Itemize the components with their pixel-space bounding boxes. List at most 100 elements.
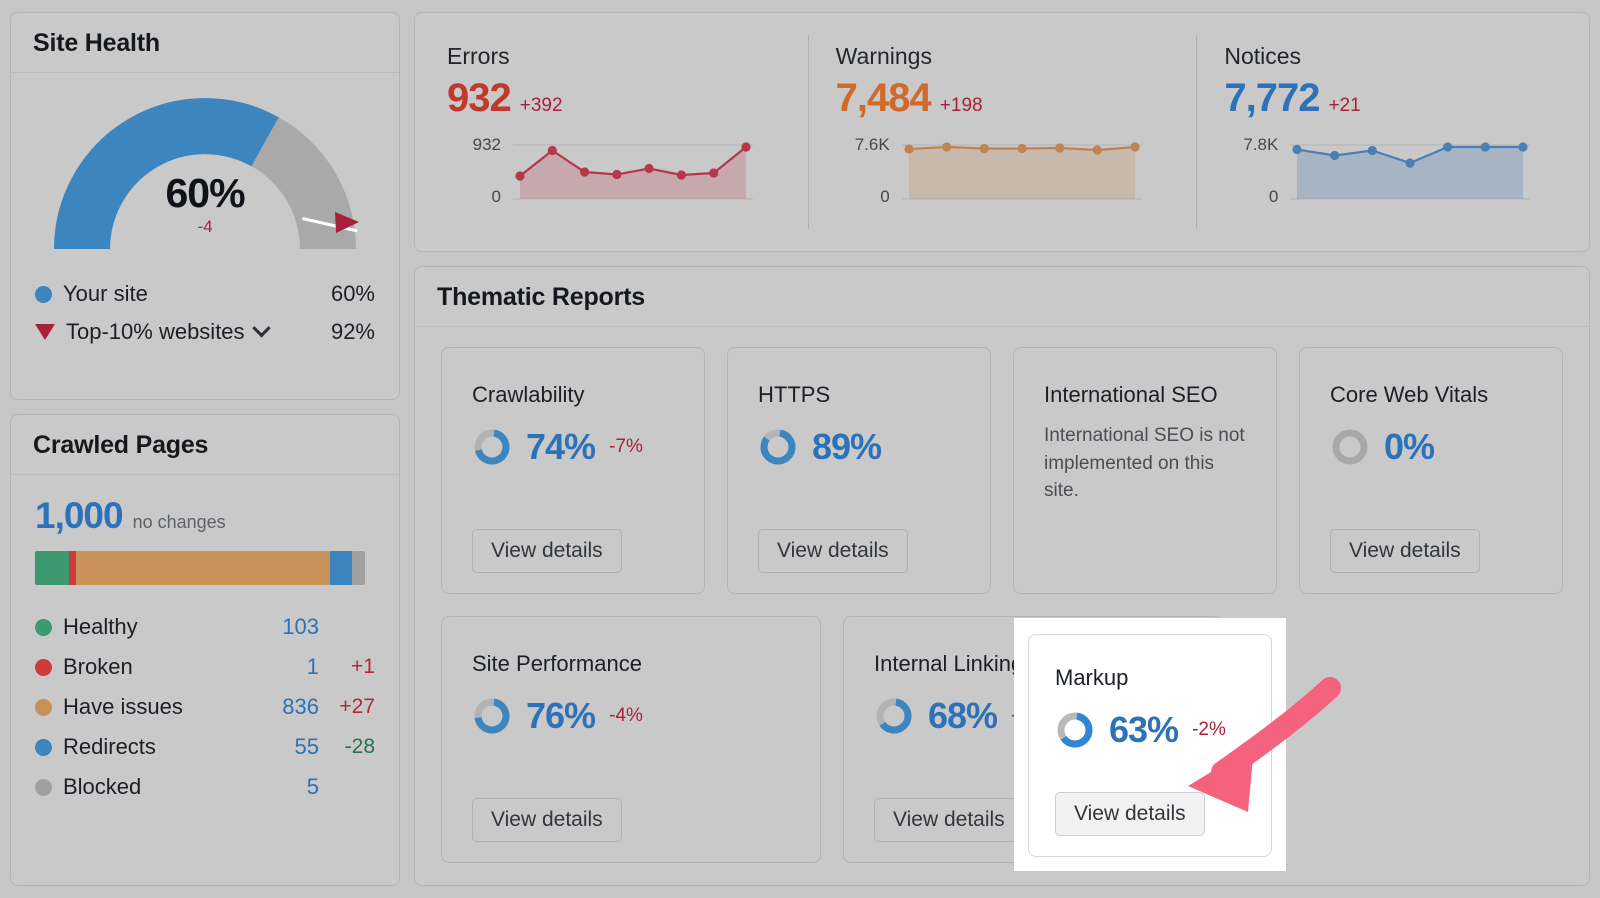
crawled-pages-row-label: Redirects (63, 734, 156, 759)
view-details-button[interactable]: View details (874, 798, 1024, 842)
sparkline-axis-top: 932 (472, 135, 501, 154)
thematic-card-markup[interactable]: Markup 63% -2% View details (1028, 634, 1272, 857)
thematic-card-metric-markup: 63% -2% (1055, 709, 1245, 751)
stat-delta: +392 (519, 95, 563, 116)
sparkline-chart (513, 142, 753, 200)
legend-label-your-site: Your site (63, 281, 148, 306)
thematic-card-title: Core Web Vitals (1330, 382, 1489, 407)
markup-card-spotlight: Markup 63% -2% View details (1014, 618, 1286, 871)
crawled-pages-row-diff: +1 (351, 655, 375, 678)
thematic-card-message: International SEO is not implemented on … (1044, 425, 1245, 502)
legend-row-top-10-websites[interactable]: Top-10% websites 92% (35, 313, 375, 351)
thematic-card-metric: 0% (1330, 426, 1532, 468)
crawled-pages-row[interactable]: Blocked 5 (35, 767, 375, 807)
thematic-card-site-performance[interactable]: Site Performance 76% -4% View details (441, 616, 821, 863)
thematic-row-2-spacer (1245, 616, 1563, 863)
stat-value-row: 932 +392 (447, 76, 780, 121)
crawled-pages-row-value: 55 (294, 734, 319, 759)
view-details-button[interactable]: View details (472, 798, 622, 842)
bar-segment-1 (68, 551, 76, 585)
thematic-reports-card: Thematic Reports Crawlability 74% -7% View … (414, 266, 1590, 886)
crawled-pages-body: 1,000 no changes Healthy 103 Broken 1 +1 Have… (11, 475, 399, 885)
site-health-gauge: 60% -4 (50, 89, 360, 257)
crawled-pages-row-value: 1 (306, 654, 319, 679)
stat-value-row: 7,772 +21 (1224, 76, 1557, 121)
stat-delta: +21 (1328, 95, 1361, 116)
chevron-down-icon[interactable] (251, 319, 271, 338)
bar-segment-2 (75, 551, 331, 585)
thematic-card-international-seo[interactable]: International SEO International SEO is no… (1013, 347, 1277, 594)
status-dot-icon (35, 698, 52, 716)
thematic-card-percent: 76% (526, 695, 596, 736)
stat-label: Notices (1224, 43, 1302, 69)
stat-delta: +198 (939, 95, 983, 116)
crawled-pages-row-value: 103 (282, 614, 319, 639)
stat-value: 7,484 (835, 76, 932, 120)
crawled-pages-title: Crawled Pages (11, 415, 399, 475)
bar-segment-3 (330, 551, 352, 585)
thematic-reports-title: Thematic Reports (415, 267, 1589, 327)
site-health-card: Site Health 60% -4 Your site 60% Top-10%… (10, 12, 400, 400)
sparkline-chart (901, 142, 1142, 200)
crawled-pages-row-label: Blocked (63, 774, 142, 799)
status-dot-icon (35, 778, 52, 796)
crawled-pages-total: 1,000 no changes (35, 495, 375, 537)
thematic-card-delta: -7% (609, 436, 643, 457)
thematic-card-core-web-vitals[interactable]: Core Web Vitals 0% View details (1299, 347, 1563, 594)
thematic-card-title-markup: Markup (1055, 665, 1129, 690)
site-health-title: Site Health (11, 13, 399, 73)
crawled-pages-row-value: 836 (282, 694, 319, 719)
thematic-card-title: HTTPS (758, 382, 831, 407)
issue-stats-strip: Errors 932 +392 932 0 Warnings 7,484 +198 7.6K 0 N… (414, 12, 1590, 252)
thematic-card-delta-markup: -2% (1192, 719, 1226, 740)
thematic-card-percent: 68% (928, 695, 998, 736)
thematic-card-metric: 74% -7% (472, 426, 674, 468)
site-health-legend: Your site 60% Top-10% websites 92% (35, 275, 375, 351)
crawled-pages-row[interactable]: Broken 1 +1 (35, 647, 375, 687)
crawled-pages-row[interactable]: Redirects 55 -28 (35, 727, 375, 767)
markup-view-details-button[interactable]: View details (1055, 792, 1205, 836)
thematic-card-title: International SEO (1044, 382, 1218, 407)
progress-donut-icon (1332, 429, 1368, 465)
legend-text-top-10: Top-10% websites (66, 319, 245, 344)
sparkline-axis-bottom: 0 (1268, 187, 1279, 206)
crawled-pages-row-diff: +27 (339, 695, 375, 718)
crawled-pages-stacked-bar (35, 551, 365, 585)
stat-value: 932 (447, 76, 512, 120)
thematic-card-title: Site Performance (472, 651, 642, 676)
thematic-card-https[interactable]: HTTPS 89% View details (727, 347, 991, 594)
progress-donut-icon (474, 698, 510, 734)
stat-card-notices[interactable]: Notices 7,772 +21 7.8K 0 (1196, 21, 1585, 243)
view-details-button[interactable]: View details (758, 529, 908, 573)
legend-row-your-site: Your site 60% (35, 275, 375, 313)
sparkline-chart (1290, 142, 1531, 200)
stat-sparkline: 932 0 (447, 135, 780, 207)
site-health-delta: -4 (197, 217, 213, 236)
stat-value: 7,772 (1224, 76, 1320, 120)
status-dot-icon (35, 738, 52, 756)
view-details-button[interactable]: View details (1330, 529, 1480, 573)
thematic-card-crawlability[interactable]: Crawlability 74% -7% View details (441, 347, 705, 594)
view-details-button[interactable]: View details (472, 529, 622, 573)
legend-value-your-site: 60% (330, 281, 375, 306)
thematic-card-metric: 76% -4% (472, 695, 790, 737)
crawled-pages-row-label: Healthy (63, 614, 138, 639)
thematic-card-percent: 74% (526, 426, 596, 467)
stat-card-warnings[interactable]: Warnings 7,484 +198 7.6K 0 (807, 21, 1197, 243)
blue-dot-icon (35, 285, 52, 303)
sparkline-axis-bottom: 0 (880, 187, 890, 206)
gauge-readout: 60% -4 (50, 173, 360, 237)
thematic-row-2: Site Performance 76% -4% View details Intern… (441, 616, 1563, 863)
crawled-pages-row[interactable]: Healthy 103 (35, 607, 375, 647)
stat-label: Warnings (835, 43, 932, 69)
crawled-pages-row-diff: -28 (344, 735, 375, 758)
thematic-card-delta: -4% (609, 705, 643, 726)
progress-donut-icon (474, 429, 510, 465)
crawled-pages-breakdown-list: Healthy 103 Broken 1 +1 Have issues 836 +27 Redi… (35, 607, 375, 807)
crawled-pages-row[interactable]: Have issues 836 +27 (35, 687, 375, 727)
sparkline-axis-bottom: 0 (491, 187, 501, 206)
thematic-card-percent-markup: 63% (1109, 709, 1179, 750)
sparkline-axis-top: 7.6K (854, 135, 890, 154)
progress-donut-icon (1057, 712, 1093, 748)
stat-card-errors[interactable]: Errors 932 +392 932 0 (419, 21, 808, 243)
